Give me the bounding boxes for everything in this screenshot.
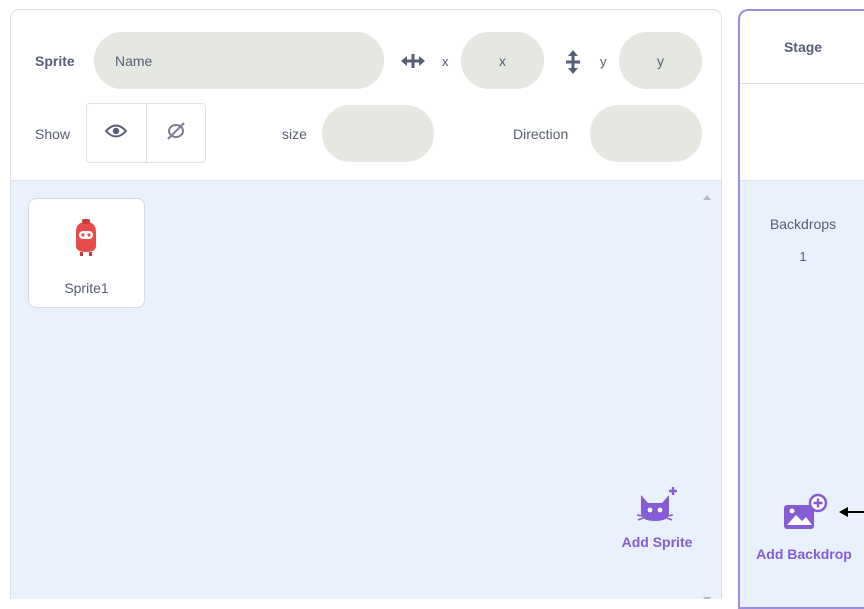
y-input[interactable]: y bbox=[619, 32, 702, 89]
x-placeholder: x bbox=[499, 52, 506, 69]
x-label: x bbox=[442, 54, 449, 69]
y-label: y bbox=[600, 54, 607, 69]
add-sprite-label: Add Sprite bbox=[621, 534, 693, 550]
sprite-label: Sprite bbox=[35, 53, 75, 69]
scroll-down-arrow[interactable] bbox=[703, 597, 711, 599]
sprite-name: Sprite1 bbox=[64, 280, 109, 296]
sprite-robot-icon bbox=[66, 216, 106, 265]
vertical-arrows-icon bbox=[564, 49, 582, 80]
direction-label: Direction bbox=[513, 126, 569, 142]
x-input[interactable]: x bbox=[461, 32, 544, 89]
backdrops-label: Backdrops bbox=[769, 216, 837, 232]
stage-thumbnail-area bbox=[740, 84, 864, 181]
add-backdrop-button[interactable]: Add Backdrop bbox=[746, 493, 862, 562]
sprite-info-pane: Sprite Name x x y y Show size Direction … bbox=[10, 9, 722, 599]
image-add-icon bbox=[780, 493, 828, 537]
direction-input[interactable] bbox=[590, 105, 702, 162]
show-visible-button[interactable] bbox=[87, 104, 146, 162]
stage-title: Stage bbox=[783, 39, 823, 55]
sprite-name-placeholder: Name bbox=[115, 52, 153, 69]
sprite-name-input[interactable]: Name bbox=[94, 32, 384, 89]
cat-add-icon bbox=[635, 487, 679, 529]
show-label: Show bbox=[35, 126, 71, 142]
scroll-up-arrow[interactable] bbox=[703, 195, 711, 200]
size-label: size bbox=[282, 126, 307, 142]
y-placeholder: y bbox=[657, 52, 664, 69]
size-input[interactable] bbox=[322, 105, 434, 162]
sprite-info-header: Sprite Name x x y y Show size Direction bbox=[11, 10, 721, 181]
horizontal-arrows-icon bbox=[400, 52, 426, 75]
sprite-list: Sprite1 Add Sprite bbox=[11, 181, 721, 599]
pointer-arrow-icon bbox=[838, 505, 864, 524]
show-toggle-group bbox=[86, 103, 206, 163]
eye-icon bbox=[104, 123, 128, 144]
add-sprite-button[interactable]: Add Sprite bbox=[617, 485, 697, 550]
sprite-tile[interactable]: Sprite1 bbox=[28, 198, 145, 308]
add-backdrop-label: Add Backdrop bbox=[756, 546, 852, 562]
backdrops-count: 1 bbox=[799, 249, 807, 264]
eye-hidden-icon bbox=[165, 121, 187, 146]
show-hidden-button[interactable] bbox=[145, 104, 206, 162]
